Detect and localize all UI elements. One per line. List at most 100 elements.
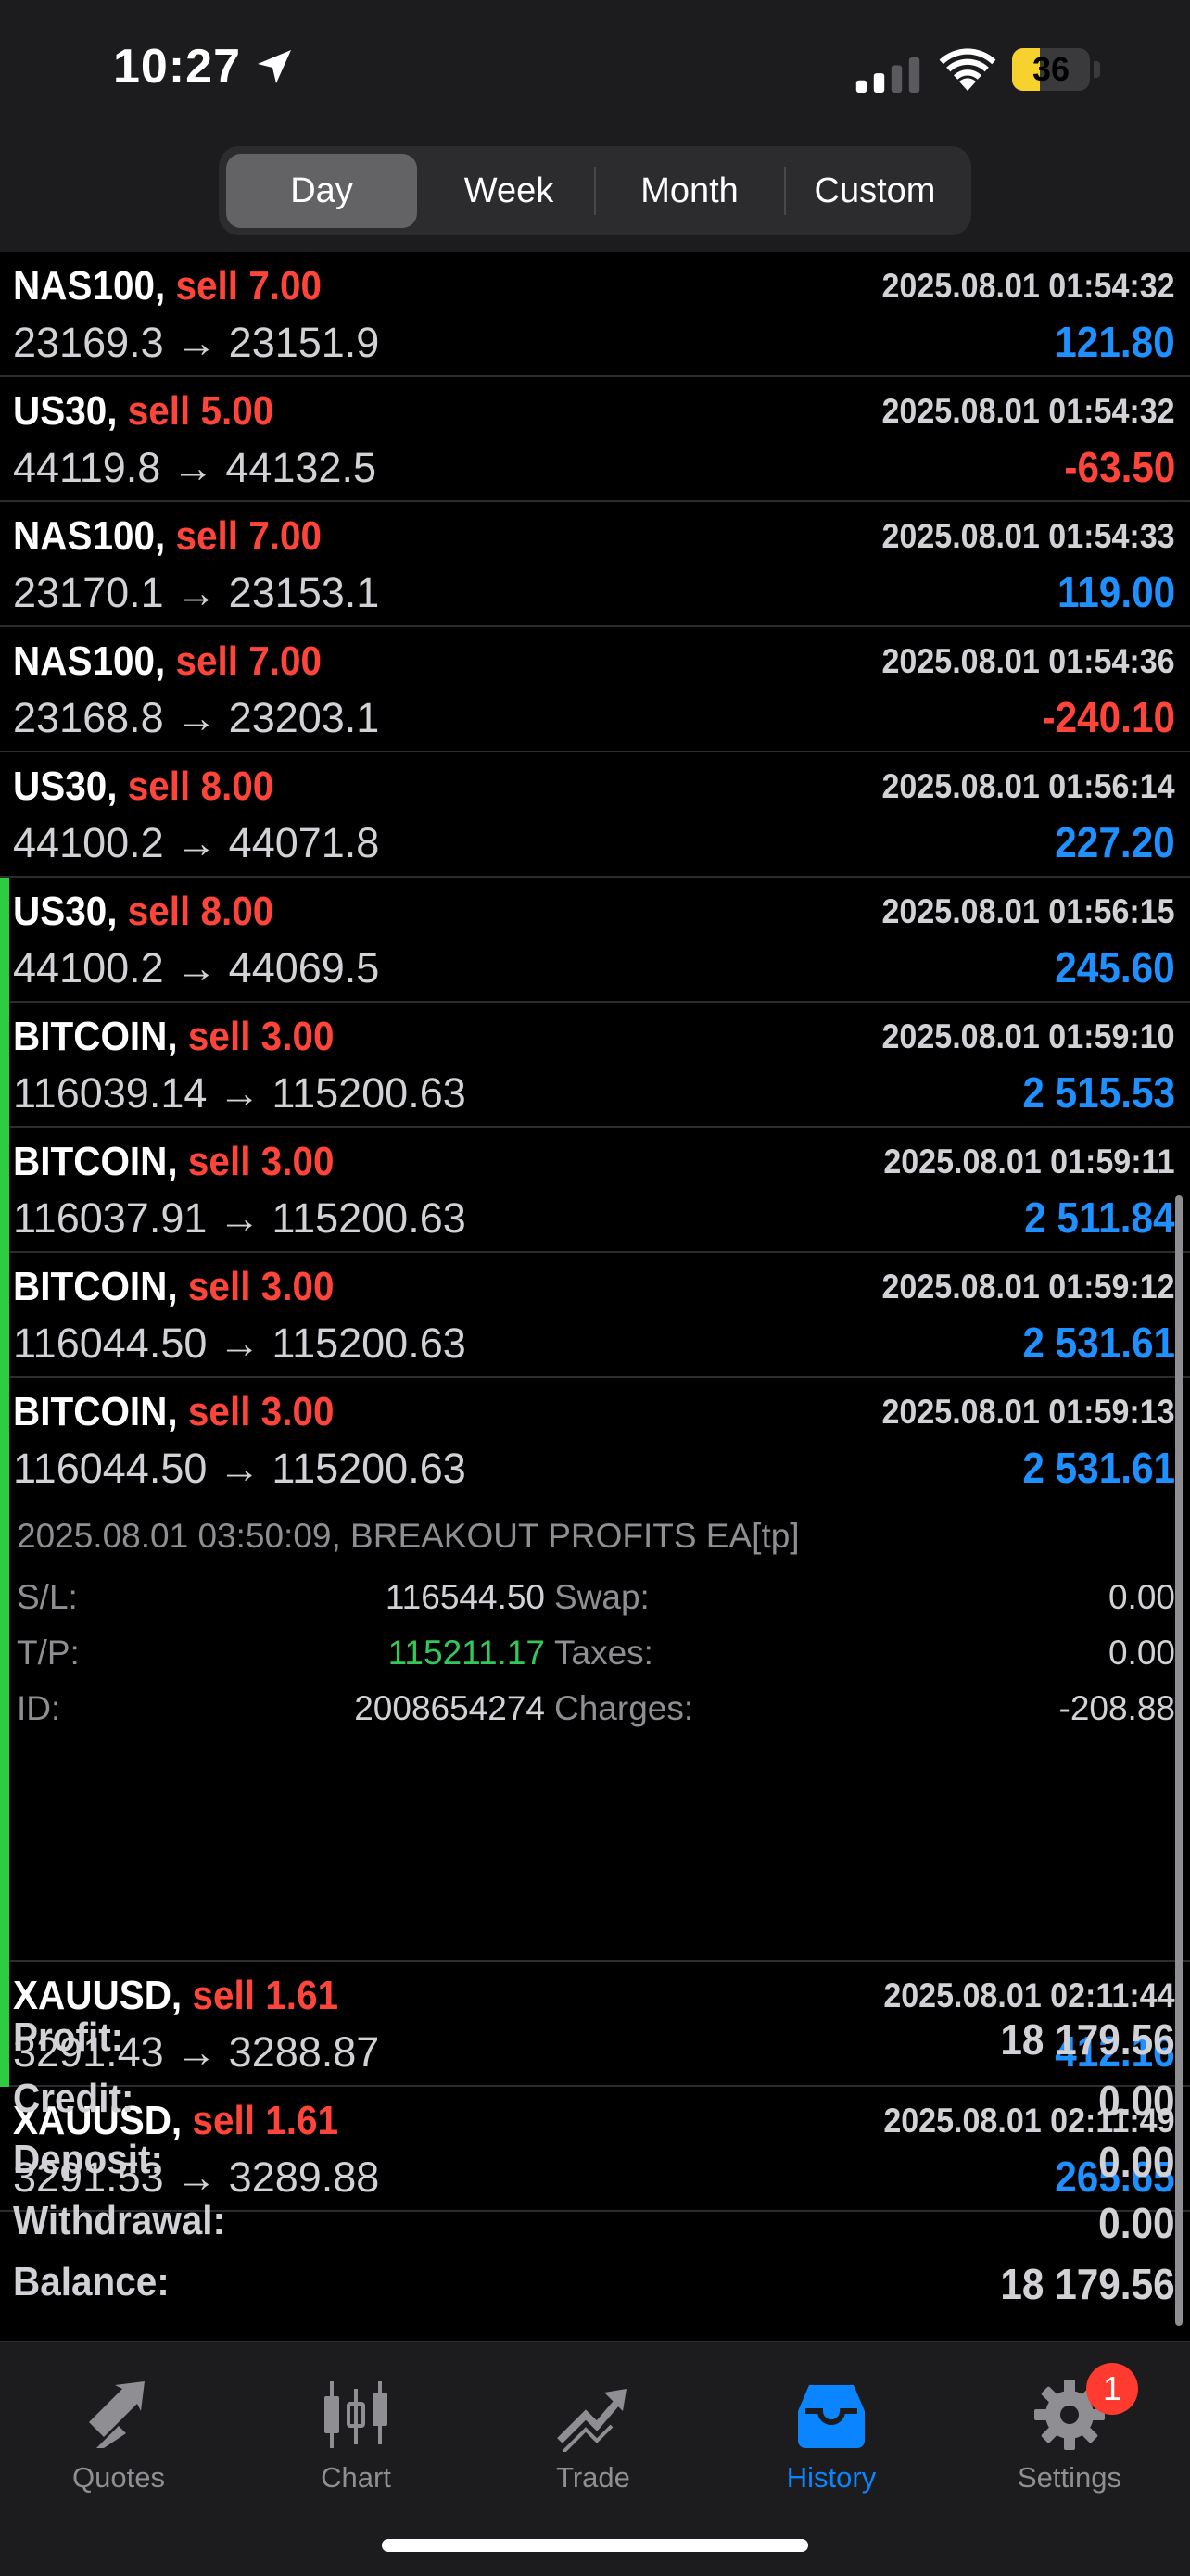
battery-body: 36 xyxy=(1012,48,1090,91)
tab-day[interactable]: Day xyxy=(226,154,417,228)
total-row: Credit: 0.00 xyxy=(0,2070,1190,2131)
quotes-arrows-icon xyxy=(89,2381,145,2448)
deal-side: sell 3.00 xyxy=(187,1014,335,1059)
deal-row[interactable]: NAS100, sell 7.00 2025.08.01 01:54:32 23… xyxy=(0,252,1190,377)
deal-time: 2025.08.01 01:59:11 xyxy=(883,1143,1175,1181)
deal-row[interactable]: BITCOIN, sell 3.00 2025.08.01 01:59:10 1… xyxy=(0,1003,1190,1128)
tab-history[interactable]: History xyxy=(739,2359,924,2498)
deal-row[interactable]: BITCOIN, sell 3.00 2025.08.01 01:59:11 1… xyxy=(0,1128,1190,1253)
tab-settings-label: Settings xyxy=(1017,2461,1121,2494)
deal-title: BITCOIN, sell 3.00 xyxy=(13,1389,334,1435)
deal-row[interactable]: NAS100, sell 7.00 2025.08.01 01:54:33 23… xyxy=(0,502,1190,627)
balance-value: 18 179.56 xyxy=(1000,2260,1175,2308)
deal-side: sell 8.00 xyxy=(127,764,274,809)
id-label: ID: xyxy=(17,1689,61,1727)
deal-symbol: US30, xyxy=(13,764,118,809)
deal-title: BITCOIN, sell 3.00 xyxy=(13,1139,334,1185)
tp-value: 115211.17 xyxy=(387,1634,545,1672)
deal-prices: 116044.50 → 115200.63 xyxy=(13,1320,466,1367)
sl-value: 116544.50 xyxy=(385,1578,545,1616)
detail-row: T/P: 115211.17 Taxes: 0.00 xyxy=(17,1634,1175,1689)
credit-value: 0.00 xyxy=(1098,2077,1175,2125)
deal-row[interactable]: US30, sell 5.00 2025.08.01 01:54:32 4411… xyxy=(0,377,1190,502)
deal-symbol: BITCOIN, xyxy=(13,1014,178,1059)
deal-title: BITCOIN, sell 3.00 xyxy=(13,1264,334,1310)
deal-row-expanded[interactable]: BITCOIN, sell 3.00 2025.08.01 01:59:13 1… xyxy=(0,1378,1190,1962)
inbox-tray-icon xyxy=(798,2385,865,2448)
deal-title: NAS100, sell 7.00 xyxy=(13,263,322,309)
deal-symbol: BITCOIN, xyxy=(13,1264,178,1309)
deal-side: sell 5.00 xyxy=(127,388,274,434)
deal-time: 2025.08.01 01:54:33 xyxy=(881,517,1175,555)
deal-profit: 227.20 xyxy=(1055,818,1175,866)
wifi-icon xyxy=(939,48,996,91)
profit-value: 18 179.56 xyxy=(1000,2015,1175,2064)
total-row: Withdrawal: 0.00 xyxy=(0,2192,1190,2254)
tab-chart-label: Chart xyxy=(321,2461,391,2494)
tp-label: T/P: xyxy=(17,1634,80,1672)
tab-history-label: History xyxy=(786,2461,877,2494)
deal-side: sell 3.00 xyxy=(187,1389,335,1434)
tab-week[interactable]: Week xyxy=(424,154,593,228)
charges-label: Charges: xyxy=(554,1689,694,1727)
header: 10:27 36 Day Week Month Custom xyxy=(0,0,1190,252)
tab-trade-label: Trade xyxy=(556,2461,630,2494)
id-value: 2008654274 xyxy=(354,1689,545,1727)
deal-profit: -240.10 xyxy=(1042,693,1175,741)
taxes-label: Taxes: xyxy=(554,1634,653,1672)
battery-indicator: 36 xyxy=(1012,48,1101,91)
deal-side: sell 7.00 xyxy=(175,513,323,559)
deal-prices: 116039.14 → 115200.63 xyxy=(13,1069,466,1117)
withdrawal-value: 0.00 xyxy=(1098,2199,1175,2247)
deal-symbol: BITCOIN, xyxy=(13,1389,178,1434)
deal-profit: 2 515.53 xyxy=(1022,1068,1175,1117)
taxes-value: 0.00 xyxy=(1108,1634,1175,1672)
deal-profit: 2 531.61 xyxy=(1022,1444,1175,1492)
deals-list[interactable]: NAS100, sell 7.00 2025.08.01 01:54:32 23… xyxy=(0,252,1190,2212)
deal-profit: 2 511.84 xyxy=(1024,1193,1175,1242)
deal-symbol: NAS100, xyxy=(13,638,166,684)
totals-summary: Profit: 18 179.56 Credit: 0.00 Deposit: … xyxy=(0,2009,1190,2315)
deal-row[interactable]: BITCOIN, sell 3.00 2025.08.01 01:59:12 1… xyxy=(0,1253,1190,1378)
balance-label: Balance: xyxy=(13,2259,170,2305)
segment-divider xyxy=(594,167,596,215)
deal-profit: -63.50 xyxy=(1063,443,1175,491)
deal-profit: 2 531.61 xyxy=(1022,1319,1175,1367)
deposit-label: Deposit: xyxy=(13,2137,163,2182)
swap-label: Swap: xyxy=(554,1578,650,1616)
deal-title: US30, sell 5.00 xyxy=(13,388,273,435)
battery-tip xyxy=(1094,61,1100,78)
deal-side: sell 8.00 xyxy=(127,889,274,934)
deal-time: 2025.08.01 01:54:36 xyxy=(881,642,1175,680)
tab-trade[interactable]: Trade xyxy=(500,2359,686,2498)
deal-comment: 2025.08.01 03:50:09, BREAKOUT PROFITS EA… xyxy=(17,1517,800,1555)
deal-time: 2025.08.01 01:54:32 xyxy=(881,392,1175,430)
deal-prices: 23170.1 → 23153.1 xyxy=(13,569,380,616)
settings-badge: 1 xyxy=(1086,2363,1138,2415)
tab-settings[interactable]: 1 Settings xyxy=(977,2359,1162,2498)
deal-details: S/L: 116544.50 Swap: 0.00 T/P: 115211.17… xyxy=(17,1578,1175,1745)
battery-level: 36 xyxy=(1032,50,1070,88)
tab-chart[interactable]: Chart xyxy=(263,2359,449,2498)
trade-trend-icon xyxy=(557,2389,627,2452)
sl-label: S/L: xyxy=(17,1578,78,1616)
deal-side: sell 7.00 xyxy=(175,263,323,309)
total-row: Profit: 18 179.56 xyxy=(0,2009,1190,2070)
deal-symbol: NAS100, xyxy=(13,513,166,559)
deal-row[interactable]: US30, sell 8.00 2025.08.01 01:56:15 4410… xyxy=(0,878,1190,1003)
scrollbar[interactable] xyxy=(1175,1195,1183,2326)
tab-quotes[interactable]: Quotes xyxy=(26,2359,211,2498)
home-indicator[interactable] xyxy=(382,2539,808,2552)
deal-row[interactable]: US30, sell 8.00 2025.08.01 01:56:14 4410… xyxy=(0,752,1190,878)
deal-title: NAS100, sell 7.00 xyxy=(13,513,322,560)
detail-row: ID: 2008654274 Charges: -208.88 xyxy=(17,1689,1175,1745)
deal-row[interactable]: NAS100, sell 7.00 2025.08.01 01:54:36 23… xyxy=(0,627,1190,752)
deal-time: 2025.08.01 01:56:15 xyxy=(881,892,1175,930)
tab-custom[interactable]: Custom xyxy=(786,154,964,228)
tab-month[interactable]: Month xyxy=(597,154,782,228)
deal-prices: 44100.2 → 44069.5 xyxy=(13,944,380,991)
deposit-value: 0.00 xyxy=(1098,2138,1175,2186)
deal-symbol: US30, xyxy=(13,889,118,934)
deal-time: 2025.08.01 01:59:13 xyxy=(881,1393,1175,1431)
total-row: Balance: 18 179.56 xyxy=(0,2254,1190,2315)
